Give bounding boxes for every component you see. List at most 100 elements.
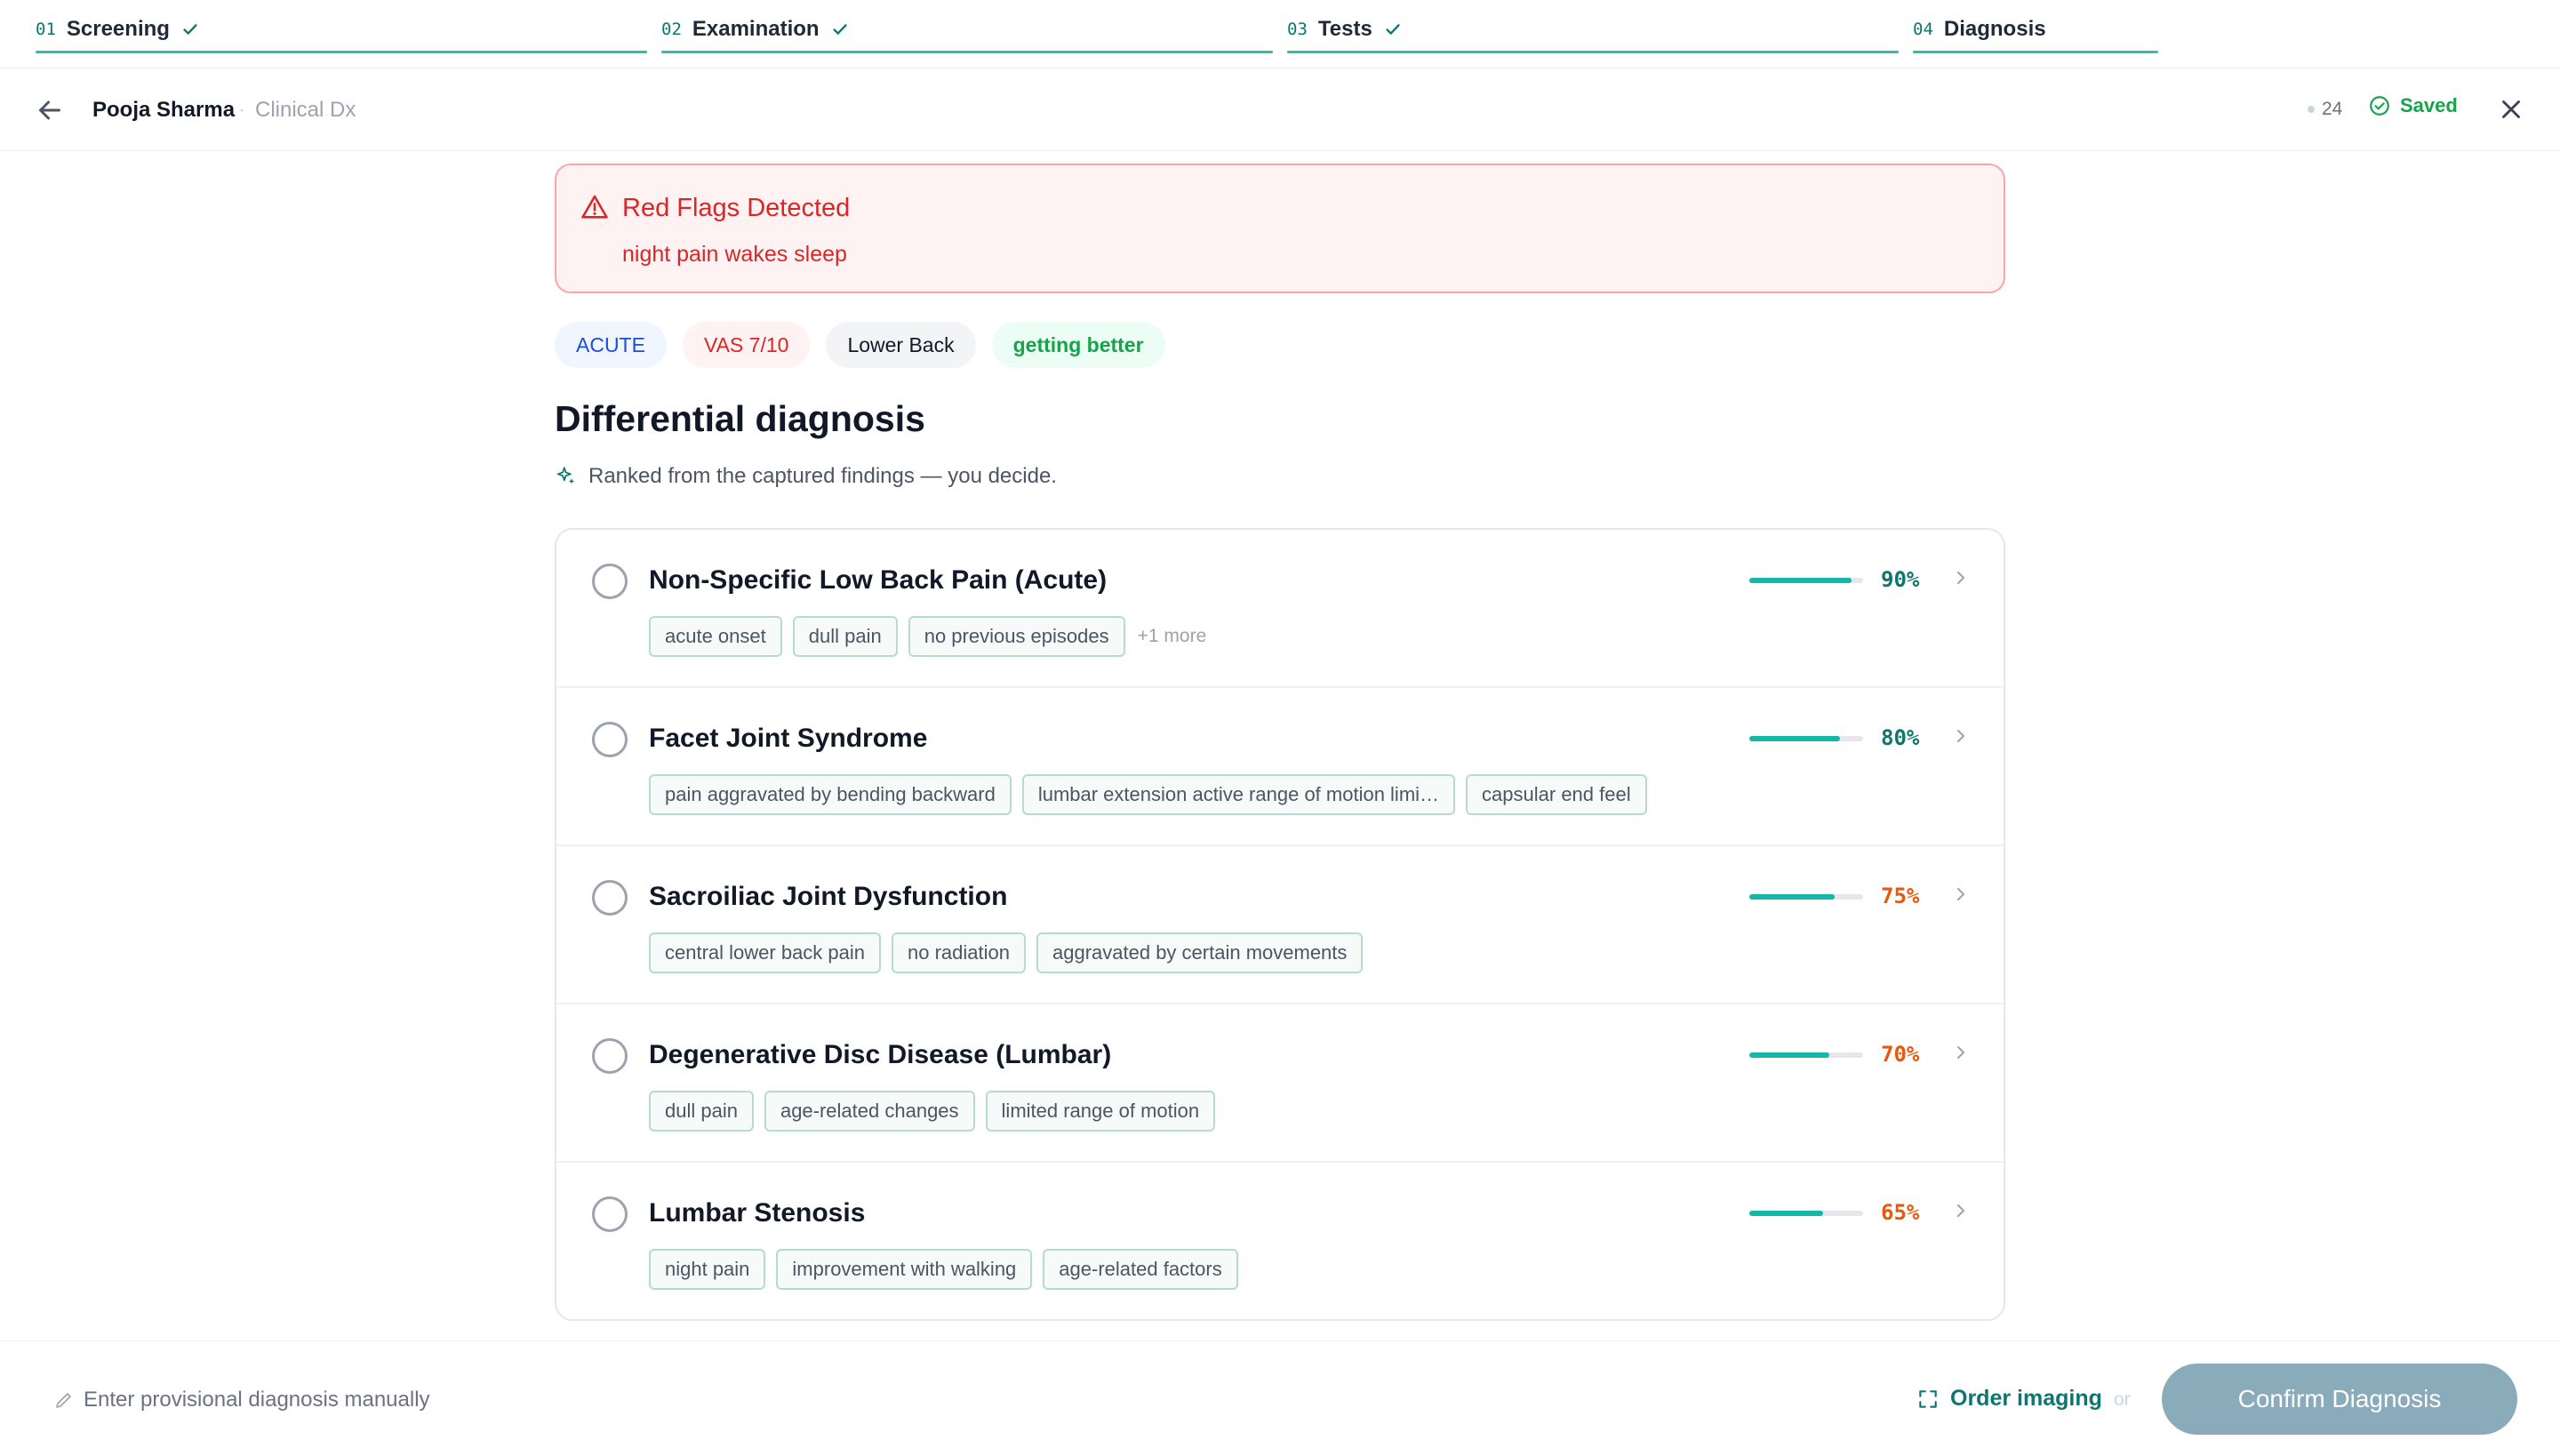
finding-tag: pain aggravated by bending backward <box>649 774 1012 815</box>
chevron-right-icon[interactable] <box>1950 725 1972 747</box>
finding-tag: lumbar extension active range of motion … <box>1021 774 1456 815</box>
arrow-left-icon[interactable] <box>34 94 66 126</box>
finding-tag: dull pain <box>649 1091 754 1132</box>
order-imaging-label: Order imaging <box>1950 1386 2102 1411</box>
diagnosis-row[interactable]: Sacroiliac Joint Dysfunction central low… <box>556 846 2004 1004</box>
separator-dot: · <box>238 98 245 122</box>
page: 01 Screening 02 Examination 03 Tests 04 … <box>0 0 2560 1456</box>
finding-tags: night pain improvement with walking age-… <box>649 1249 1238 1290</box>
step-progress-bar <box>661 51 1273 53</box>
chevron-right-icon[interactable] <box>1950 884 1972 905</box>
finding-tag: central lower back pain <box>649 932 882 973</box>
step-label: Screening <box>66 17 170 41</box>
check-icon <box>1386 24 1400 35</box>
manual-diagnosis-link[interactable]: Enter provisional diagnosis manually <box>53 1388 430 1412</box>
confidence-fill <box>1749 578 1852 583</box>
chip-region: Lower Back <box>826 322 976 368</box>
step-number: 04 <box>1913 20 1933 39</box>
step-label: Examination <box>692 17 820 41</box>
step-tests[interactable]: 03 Tests <box>1287 0 1899 53</box>
manual-diagnosis-label: Enter provisional diagnosis manually <box>84 1388 430 1412</box>
select-radio[interactable] <box>592 564 628 599</box>
chip-pain-score: VAS 7/10 <box>682 322 811 368</box>
finding-tag: limited range of motion <box>985 1091 1216 1132</box>
diagnosis-name: Degenerative Disc Disease (Lumbar) <box>649 1040 1112 1069</box>
step-examination[interactable]: 02 Examination <box>661 0 1273 53</box>
chip-acuity: ACUTE <box>555 322 667 368</box>
diagnosis-row[interactable]: Non-Specific Low Back Pain (Acute) acute… <box>556 530 2004 688</box>
check-icon <box>183 24 197 35</box>
dot-icon <box>2308 106 2315 113</box>
step-label: Tests <box>1317 17 1372 41</box>
finding-tags: pain aggravated by bending backward lumb… <box>649 774 1647 815</box>
finding-tag: age-related factors <box>1043 1249 1238 1290</box>
footer: Enter provisional diagnosis manually Ord… <box>0 1340 2560 1456</box>
sparkle-icon <box>556 467 575 484</box>
alert-title: Red Flags Detected <box>622 194 851 222</box>
step-progress-bar <box>36 51 647 53</box>
confidence-bar <box>1749 1052 1863 1058</box>
confidence-fill <box>1749 736 1841 741</box>
finding-tag: improvement with walking <box>776 1249 1033 1290</box>
finding-tags: acute onset dull pain no previous episod… <box>649 616 1206 657</box>
finding-tag: no radiation <box>892 932 1026 973</box>
confidence-score: 90% <box>1881 567 1920 592</box>
finding-tag: capsular end feel <box>1466 774 1647 815</box>
saved-status: Saved <box>2368 94 2458 117</box>
select-radio[interactable] <box>592 722 628 757</box>
confidence-score: 80% <box>1881 725 1920 750</box>
summary-chips: ACUTE VAS 7/10 Lower Back getting better <box>555 322 1165 368</box>
finding-tag: acute onset <box>649 616 782 657</box>
red-flags-alert: Red Flags Detected night pain wakes slee… <box>555 164 2005 293</box>
confidence-bar <box>1749 578 1863 583</box>
or-label: or <box>2114 1389 2131 1410</box>
confidence-bar <box>1749 894 1863 900</box>
close-icon[interactable] <box>2496 94 2526 124</box>
diagnosis-name: Non-Specific Low Back Pain (Acute) <box>649 565 1108 595</box>
diagnosis-row[interactable]: Degenerative Disc Disease (Lumbar) dull … <box>556 1004 2004 1163</box>
finding-tag: age-related changes <box>764 1091 975 1132</box>
context-label: Clinical Dx <box>255 98 356 122</box>
chip-trend: getting better <box>991 322 1165 368</box>
step-diagnosis[interactable]: 04 Diagnosis <box>1913 0 2524 53</box>
step-label: Diagnosis <box>1943 17 2046 41</box>
diagnosis-row[interactable]: Facet Joint Syndrome pain aggravated by … <box>556 688 2004 846</box>
step-number: 03 <box>1287 20 1308 39</box>
confidence-fill <box>1749 894 1835 900</box>
step-screening[interactable]: 01 Screening <box>36 0 647 53</box>
select-radio[interactable] <box>592 1038 628 1074</box>
alert-body: night pain wakes sleep <box>622 242 847 267</box>
finding-tags: central lower back pain no radiation agg… <box>649 932 1364 973</box>
step-progress-bar <box>1913 51 2158 53</box>
warning-triangle-icon <box>581 195 608 219</box>
chevron-right-icon[interactable] <box>1950 1042 1972 1063</box>
header: Pooja Sharma · Clinical Dx 24 Saved <box>0 69 2560 151</box>
finding-tags: dull pain age-related changes limited ra… <box>649 1091 1216 1132</box>
step-number: 01 <box>36 20 56 39</box>
finding-tag: no previous episodes <box>908 616 1125 657</box>
confidence-score: 65% <box>1881 1200 1920 1225</box>
diagnosis-row[interactable]: Lumbar Stenosis night pain improvement w… <box>556 1163 2004 1319</box>
select-radio[interactable] <box>592 880 628 916</box>
subtitle-text: Ranked from the captured findings — you … <box>588 464 1057 488</box>
confidence-score: 70% <box>1881 1042 1920 1067</box>
finding-tag: night pain <box>649 1249 766 1290</box>
step-number: 02 <box>661 20 682 39</box>
diagnosis-name: Facet Joint Syndrome <box>649 724 928 753</box>
order-imaging-link[interactable]: Order imaging <box>1916 1386 2102 1412</box>
patient-name: Pooja Sharma <box>92 98 236 122</box>
confidence-score: 75% <box>1881 884 1920 908</box>
confidence-bar <box>1749 736 1863 741</box>
findings-count-value: 24 <box>2322 99 2343 119</box>
chevron-right-icon[interactable] <box>1950 567 1972 588</box>
page-title: Differential diagnosis <box>555 398 925 439</box>
pencil-icon <box>56 1393 71 1408</box>
confidence-fill <box>1749 1211 1824 1216</box>
select-radio[interactable] <box>592 1196 628 1232</box>
findings-count: 24 <box>2308 99 2342 120</box>
chevron-right-icon[interactable] <box>1950 1200 1972 1221</box>
diagnosis-name: Lumbar Stenosis <box>649 1198 866 1228</box>
more-findings-link[interactable]: +1 more <box>1138 626 1207 647</box>
confirm-diagnosis-button[interactable]: Confirm Diagnosis <box>2162 1364 2517 1435</box>
saved-label: Saved <box>2400 94 2458 116</box>
